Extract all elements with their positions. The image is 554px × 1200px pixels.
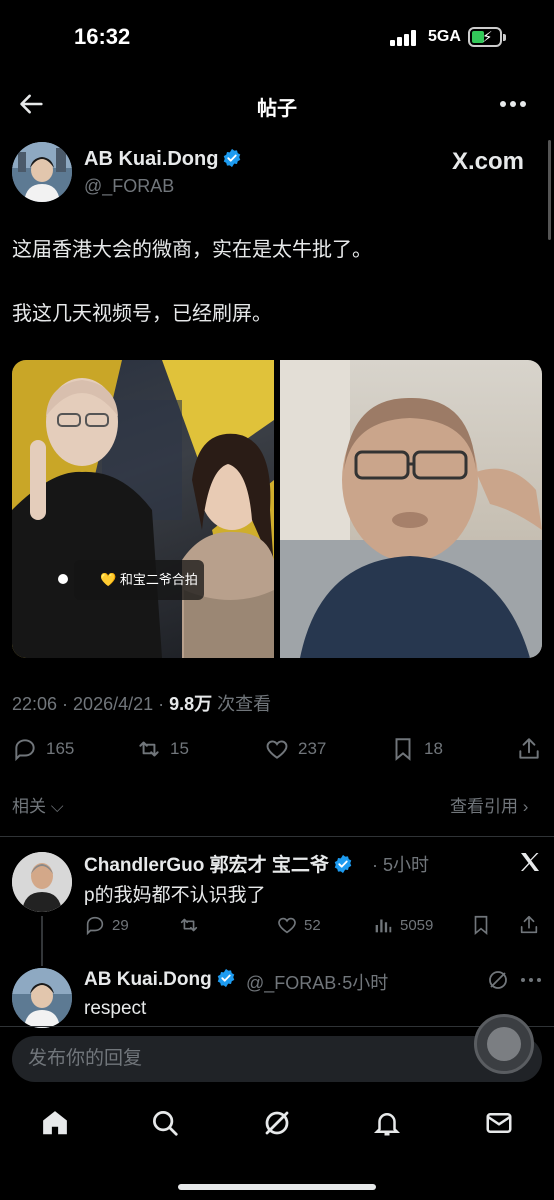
action-bar: 165 15 237 18 (0, 736, 554, 766)
reply-views[interactable]: 5059 (372, 914, 433, 936)
reply-avatar[interactable] (12, 968, 72, 1028)
reply-repost-button[interactable] (178, 914, 200, 936)
bottom-nav (0, 1094, 554, 1154)
share-icon (519, 738, 539, 759)
tweet-date: 2026/4/21 (73, 694, 154, 714)
author-handle[interactable]: @_FORAB (84, 176, 174, 197)
verified-badge-icon (217, 968, 234, 988)
reply-composer (12, 1036, 542, 1082)
reply-icon (15, 739, 35, 762)
divider (0, 836, 554, 837)
floating-compose-button[interactable] (474, 1014, 534, 1074)
bookmark-icon (474, 915, 488, 936)
network-label: 5GA (428, 28, 461, 45)
bookmark-button[interactable]: 18 (390, 736, 443, 762)
status-time: 16:32 (74, 24, 131, 49)
x-logo: X.com (452, 148, 525, 175)
scrollbar[interactable] (548, 140, 551, 240)
reply-avatar[interactable] (12, 852, 72, 912)
verified-badge-icon (334, 854, 352, 874)
view-quotes-link[interactable]: 查看引用 › (450, 792, 528, 817)
bookmark-icon (395, 738, 411, 761)
repost-icon (139, 741, 159, 757)
reply-time: · 5小时 (372, 855, 430, 875)
page-title: 帖子 (257, 98, 297, 120)
reply-share-button[interactable] (518, 914, 540, 936)
media-tag[interactable]: 💛 和宝二爷合拍 (74, 560, 204, 600)
reply-author-name[interactable]: ChandlerGuo 郭宏才 宝二爷 (84, 850, 353, 877)
status-bar: 16:32 5GA ⚡ (0, 0, 554, 76)
author-name[interactable]: AB Kuai.Dong (84, 148, 242, 171)
grok-icon[interactable] (486, 968, 510, 992)
reply-input[interactable] (28, 1036, 468, 1082)
reply-author-name[interactable]: AB Kuai.Dong (84, 968, 236, 991)
bar-chart-icon (375, 919, 392, 933)
tweet-text-line-1: 这届香港大会的微商，实在是太牛批了。 (12, 239, 372, 261)
tweet-text-line-2: 我这几天视频号，已经刷屏。 (12, 303, 272, 325)
media-grid[interactable]: 💛 和宝二爷合拍 (12, 360, 542, 658)
reply-handle-time: @_FORAB·5小时 (246, 973, 389, 993)
thread-connector (41, 916, 43, 966)
mail-icon[interactable] (484, 1108, 514, 1138)
media-photo-left[interactable]: 💛 和宝二爷合拍 (12, 360, 274, 658)
related-dropdown[interactable]: 相关 ⌵ (12, 792, 64, 817)
home-indicator[interactable] (178, 1184, 376, 1190)
like-button[interactable]: 237 (264, 736, 326, 762)
x-logo-icon (521, 853, 539, 871)
heart-icon (266, 740, 288, 759)
bell-icon[interactable] (372, 1108, 402, 1138)
top-nav: 帖子 (0, 76, 554, 132)
reply-button[interactable]: 165 (12, 736, 74, 762)
reply-reply-button[interactable]: 29 (84, 914, 129, 936)
ellipsis-icon[interactable] (520, 970, 542, 990)
ellipsis-icon[interactable] (498, 90, 528, 118)
grok-icon[interactable] (262, 1108, 292, 1138)
heart-icon (278, 917, 296, 934)
repost-icon (180, 918, 198, 932)
reply-text: p的我妈都不认识我了 (84, 885, 266, 906)
avatar[interactable] (12, 142, 72, 202)
media-photo-right[interactable] (280, 360, 542, 658)
views-label: 次查看 (217, 694, 272, 714)
share-button[interactable] (516, 736, 542, 762)
verified-badge-icon (224, 148, 241, 168)
reply-like-button[interactable]: 52 (276, 914, 321, 936)
divider (0, 1026, 554, 1027)
tweet-time: 22:06 (12, 694, 58, 714)
repost-button[interactable]: 15 (136, 736, 189, 762)
view-count: 9.8万 (169, 694, 213, 714)
tag-dot (58, 574, 68, 584)
share-icon (520, 915, 538, 934)
reply-icon (86, 916, 104, 936)
reply-bookmark-button[interactable] (470, 914, 492, 936)
search-icon[interactable] (150, 1108, 180, 1138)
reply-text: respect (84, 998, 147, 1019)
tweet-meta: 22:06 · 2026/4/21 · 9.8万 次查看 (12, 694, 272, 714)
signal-icon (390, 30, 418, 46)
home-icon[interactable] (40, 1108, 70, 1138)
battery-icon: ⚡ (468, 27, 506, 47)
